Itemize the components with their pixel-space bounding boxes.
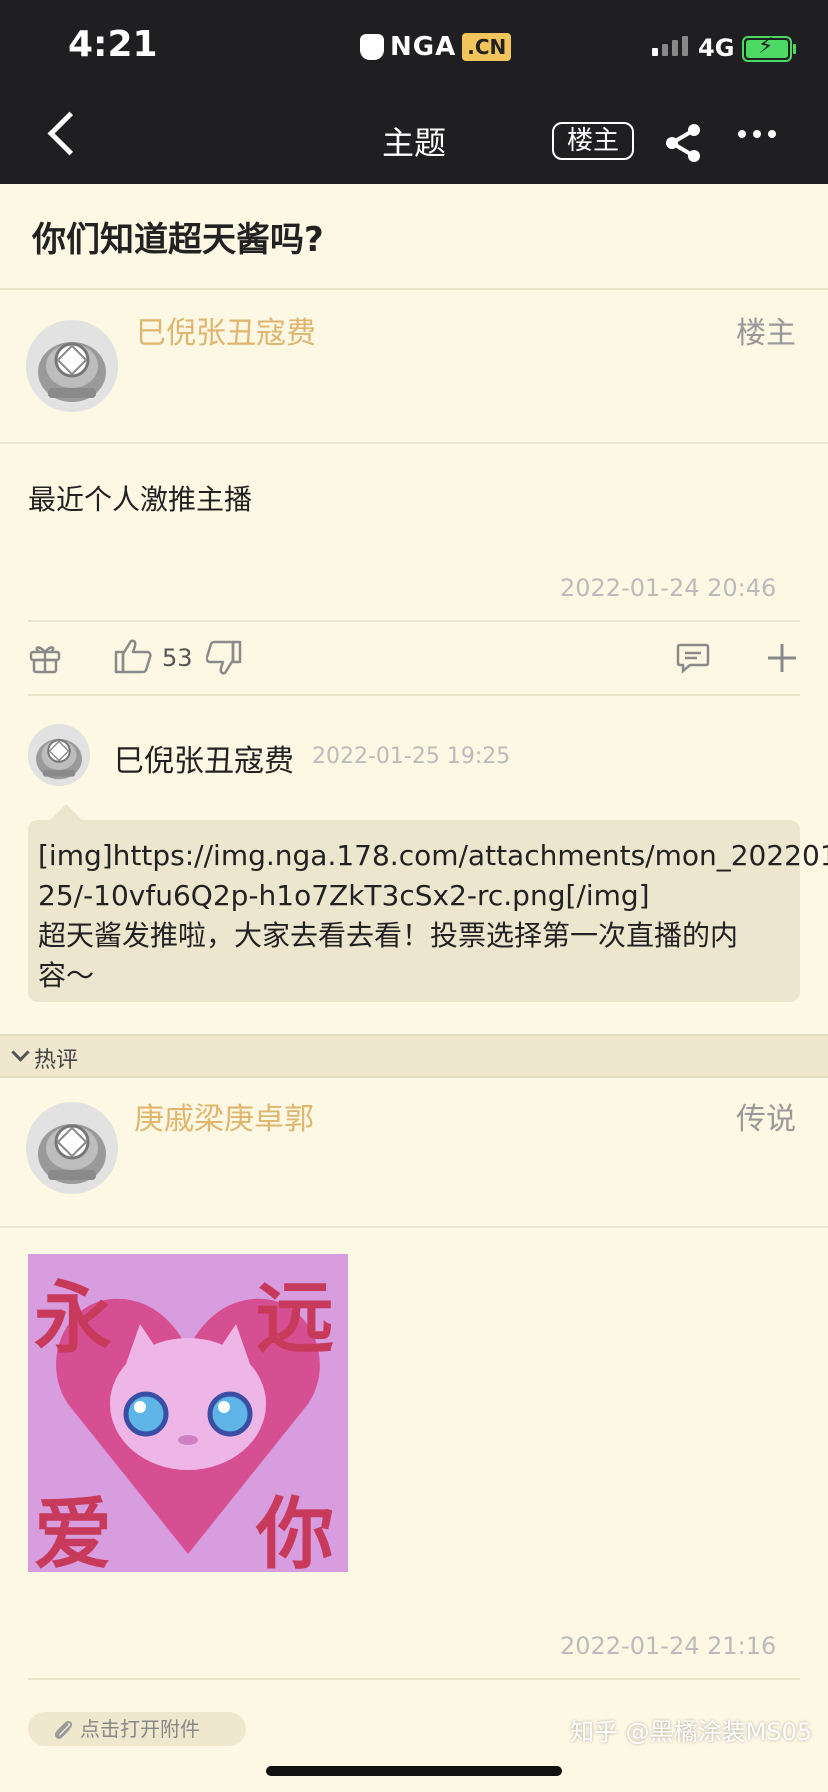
comment-icon[interactable] [676, 642, 710, 678]
home-indicator[interactable] [266, 1766, 562, 1776]
topic-title: 你们知道超天酱吗? [32, 220, 324, 260]
reply-line: 超天酱发推啦，大家去看去看！投票选择第一次直播的内 [38, 919, 739, 952]
sticker-image[interactable]: 永 远 爱 你 [28, 1254, 348, 1572]
watermark-text: 知乎 @黑橘涂装MS05 [570, 1718, 813, 1746]
post-role: 楼主 [736, 316, 796, 351]
reply-line: [img]https://img.nga.178.com/attachments… [38, 839, 828, 872]
hot-comments-bar[interactable] [0, 1034, 828, 1078]
share-icon[interactable] [662, 122, 704, 164]
divider [0, 442, 828, 444]
gift-icon[interactable] [28, 640, 62, 678]
reply-line: 容～ [38, 959, 95, 992]
divider [0, 1226, 828, 1228]
reply-username[interactable]: 巳倪张丑寇费 [114, 736, 294, 780]
post-body: 最近个人激推主播 [28, 483, 253, 516]
paw-icon [360, 34, 384, 60]
quote-pointer [50, 804, 82, 820]
hot-comments-label: 热评 [34, 1048, 79, 1073]
battery-icon: ⚡ [742, 34, 796, 62]
hot-role: 传说 [736, 1102, 796, 1137]
reply-content: [img]https://img.nga.178.com/attachments… [28, 820, 828, 1002]
only-owner-button[interactable]: 楼主 [552, 122, 634, 160]
hot-avatar[interactable] [26, 1102, 118, 1194]
divider [0, 288, 828, 290]
more-icon[interactable] [738, 130, 776, 138]
reply-line: 25/-10vfu6Q2p-h1o7ZkT3cSx2-rc.png[/img] [38, 879, 650, 912]
reply-timestamp: 2022-01-25 19:25 [312, 744, 511, 769]
hot-username[interactable]: 庚戚梁庚卓郭 [134, 1094, 314, 1138]
like-icon[interactable] [114, 638, 152, 678]
network-type: 4G [698, 34, 735, 62]
reply-avatar[interactable] [28, 724, 90, 786]
sticker-char: 远 [256, 1274, 335, 1364]
sticker-char: 爱 [34, 1490, 113, 1572]
divider [28, 1678, 800, 1680]
signal-icon [652, 36, 688, 56]
dislike-icon[interactable] [205, 640, 242, 680]
avatar[interactable] [26, 320, 118, 412]
add-icon[interactable] [766, 642, 798, 678]
sticker-char: 永 [34, 1274, 113, 1364]
app-brand-logo: NGA .CN [360, 32, 512, 62]
brand-main: NGA [390, 32, 457, 62]
status-time: 4:21 [68, 24, 158, 65]
divider [28, 694, 800, 696]
sticker-char: 你 [256, 1490, 335, 1572]
paperclip-icon [52, 1718, 74, 1746]
brand-suffix: .CN [462, 33, 512, 61]
post-username[interactable]: 巳倪张丑寇费 [136, 308, 316, 352]
like-count: 53 [162, 644, 193, 672]
hot-timestamp: 2022-01-24 21:16 [560, 1632, 777, 1660]
post-timestamp: 2022-01-24 20:46 [560, 574, 777, 602]
divider [28, 620, 800, 622]
